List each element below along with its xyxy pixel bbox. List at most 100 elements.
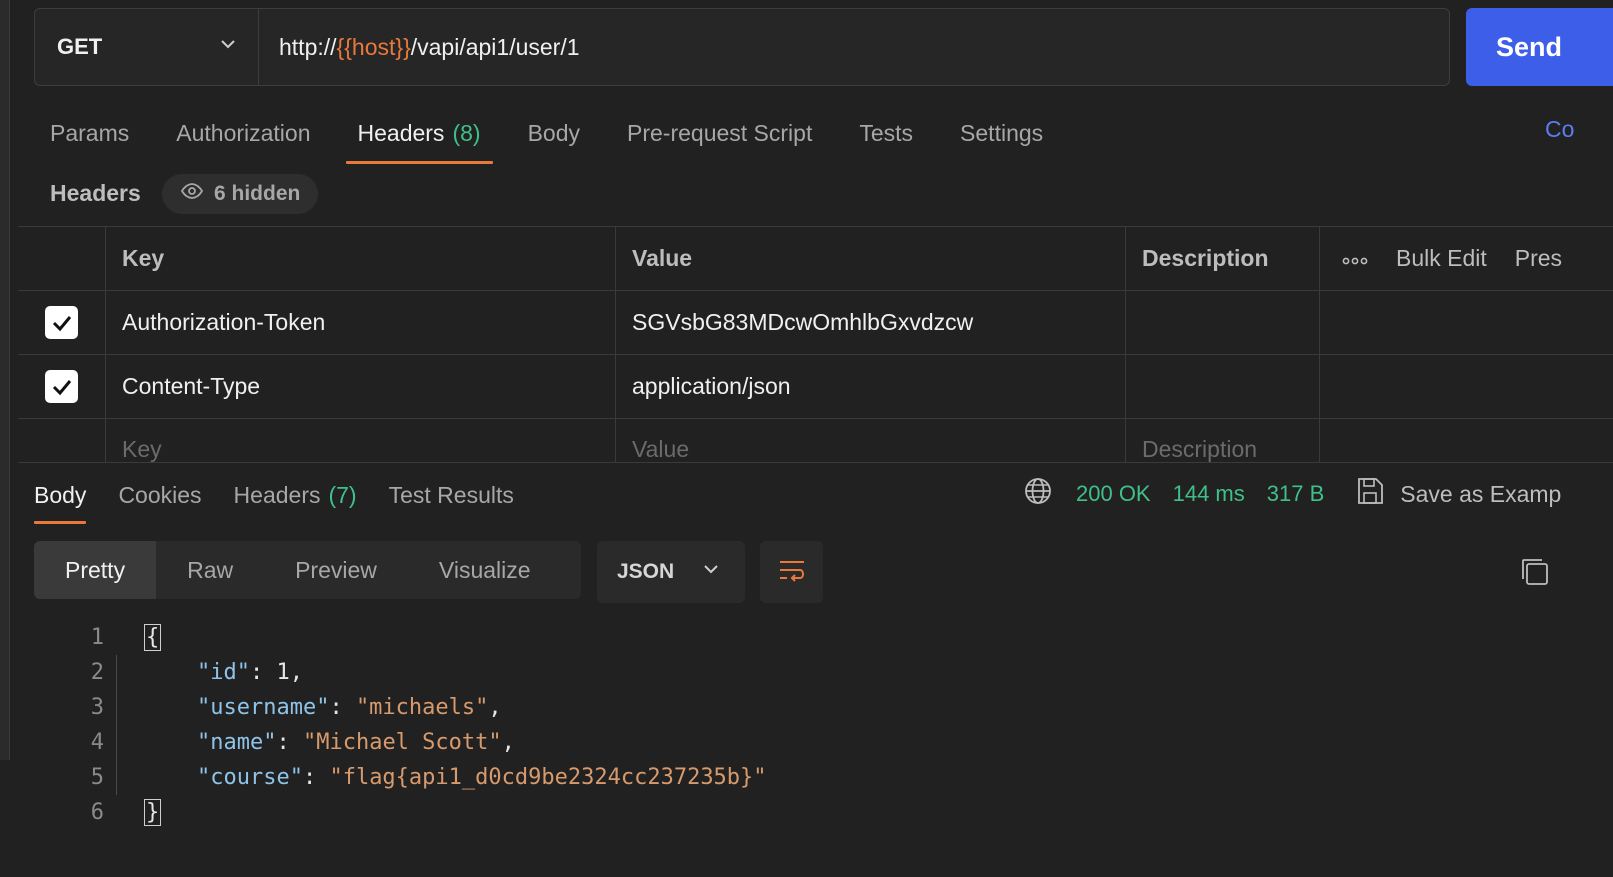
more-options-icon[interactable] — [1342, 245, 1368, 272]
tab-label: Headers — [357, 119, 445, 146]
column-header-description: Description — [1126, 227, 1320, 290]
row-checkbox-cell — [18, 355, 106, 418]
cookies-link[interactable]: Co — [1545, 116, 1574, 143]
row-tools-cell — [1320, 419, 1613, 463]
format-label: JSON — [617, 560, 675, 583]
tab-params[interactable]: Params — [34, 100, 145, 166]
hidden-headers-toggle[interactable]: 6 hidden — [162, 174, 319, 214]
save-as-example-button[interactable]: Save as Examp — [1354, 475, 1561, 513]
tab-settings[interactable]: Settings — [944, 100, 1059, 166]
code-line: 1 { — [34, 620, 1534, 655]
wrap-lines-icon — [776, 554, 808, 591]
tab-body[interactable]: Body — [512, 100, 596, 166]
response-body-code[interactable]: 1 { 2 "id": 1, 3 "username": "michaels",… — [34, 620, 1534, 830]
request-tabs: Params Authorization Headers (8) Body Pre… — [34, 100, 1074, 166]
tab-label: Body — [34, 481, 87, 508]
line-number: 6 — [90, 800, 104, 825]
code-text: } — [144, 799, 162, 826]
header-value-cell[interactable]: SGVsbG83MDcwOmhlbGxvdzcw — [616, 291, 1126, 354]
select-column-header — [18, 227, 106, 290]
wrap-lines-button[interactable] — [760, 541, 823, 603]
row-checkbox[interactable] — [45, 370, 78, 403]
header-description-cell[interactable] — [1126, 291, 1320, 354]
hidden-count-label: 6 hidden — [214, 182, 301, 205]
response-divider[interactable] — [18, 462, 1613, 463]
view-visualize-button[interactable]: Visualize — [408, 541, 562, 599]
json-comma: , — [488, 695, 502, 720]
tab-label: Test Results — [388, 481, 514, 508]
response-tabs: Body Cookies Headers (7) Test Results — [34, 466, 546, 524]
code-line: 2 "id": 1, — [34, 655, 1534, 690]
copy-icon[interactable] — [1518, 555, 1552, 589]
header-description-cell[interactable] — [1126, 355, 1320, 418]
headers-table: Key Value Description Bulk Edit Pres Aut… — [18, 226, 1613, 463]
view-pretty-button[interactable]: Pretty — [34, 541, 157, 599]
code-line: 5 "course": "flag{api1_d0cd9be2324cc2372… — [34, 760, 1534, 795]
response-tab-cookies[interactable]: Cookies — [118, 466, 201, 524]
chevron-down-icon — [218, 34, 238, 60]
method-select[interactable]: GET — [35, 9, 259, 85]
url-suffix: /vapi/api1/user/1 — [410, 33, 580, 60]
table-row: Content-Type application/json — [18, 355, 1613, 419]
tab-tests[interactable]: Tests — [843, 100, 929, 166]
json-value: "michaels" — [355, 695, 489, 720]
close-brace: } — [144, 799, 162, 826]
response-tab-body[interactable]: Body — [34, 466, 87, 524]
code-text: "name": "Michael Scott", — [196, 730, 515, 755]
code-text: "username": "michaels", — [196, 695, 502, 720]
view-raw-button[interactable]: Raw — [156, 541, 264, 599]
presets-button[interactable]: Pres — [1515, 245, 1562, 272]
format-select[interactable]: JSON — [597, 541, 745, 603]
json-key: "course" — [196, 765, 303, 790]
open-brace: { — [144, 624, 162, 651]
checkmark-icon — [52, 379, 71, 395]
header-key-cell[interactable]: Authorization-Token — [106, 291, 616, 354]
tab-pre-request-script[interactable]: Pre-request Script — [611, 100, 828, 166]
tab-count: (7) — [328, 481, 357, 508]
tab-authorization[interactable]: Authorization — [160, 100, 326, 166]
tab-label: Settings — [960, 119, 1044, 146]
new-value-input[interactable]: Value — [616, 419, 1126, 463]
view-preview-button[interactable]: Preview — [264, 541, 408, 599]
code-line: 4 "name": "Michael Scott", — [34, 725, 1534, 760]
save-as-example-label: Save as Examp — [1400, 480, 1562, 507]
code-text: "course": "flag{api1_d0cd9be2324cc237235… — [196, 765, 767, 790]
response-size[interactable]: 317 B — [1267, 481, 1325, 507]
globe-icon[interactable] — [1022, 475, 1054, 513]
status-code[interactable]: 200 OK — [1076, 481, 1151, 507]
tab-label: Pre-request Script — [627, 119, 813, 146]
response-time[interactable]: 144 ms — [1173, 481, 1245, 507]
response-meta: 200 OK 144 ms 317 B Save as Examp — [1022, 476, 1561, 512]
code-line: 6 } — [34, 795, 1534, 830]
row-checkbox-cell — [18, 419, 106, 463]
method-label: GET — [57, 34, 103, 59]
table-header-row: Key Value Description Bulk Edit Pres — [18, 227, 1613, 291]
column-header-value: Value — [616, 227, 1126, 290]
tab-headers[interactable]: Headers (8) — [342, 100, 497, 166]
save-icon — [1354, 475, 1386, 513]
json-key: "username" — [196, 695, 330, 720]
new-description-input[interactable]: Description — [1126, 419, 1320, 463]
new-key-input[interactable]: Key — [106, 419, 616, 463]
code-text: "id": 1, — [196, 660, 303, 685]
row-checkbox-cell — [18, 291, 106, 354]
row-checkbox[interactable] — [45, 306, 78, 339]
json-value: "Michael Scott" — [302, 730, 502, 755]
url-input[interactable]: http://{{host}}/vapi/api1/user/1 — [259, 9, 580, 85]
json-comma: , — [289, 660, 303, 685]
send-button[interactable]: Send — [1466, 8, 1613, 86]
response-tab-test-results[interactable]: Test Results — [389, 466, 514, 524]
tab-label: Authorization — [176, 119, 311, 146]
table-tools: Bulk Edit Pres — [1320, 227, 1613, 290]
response-tab-headers[interactable]: Headers (7) — [234, 466, 357, 524]
line-number: 2 — [90, 660, 104, 685]
url-variable: {{host}} — [336, 33, 411, 60]
code-line: 3 "username": "michaels", — [34, 690, 1534, 725]
bulk-edit-button[interactable]: Bulk Edit — [1396, 245, 1487, 272]
row-tools-cell — [1320, 355, 1613, 418]
table-row-new: Key Value Description — [18, 419, 1613, 463]
header-key-cell[interactable]: Content-Type — [106, 355, 616, 418]
header-value-cell[interactable]: application/json — [616, 355, 1126, 418]
left-rail — [0, 0, 10, 760]
checkmark-icon — [52, 315, 71, 331]
